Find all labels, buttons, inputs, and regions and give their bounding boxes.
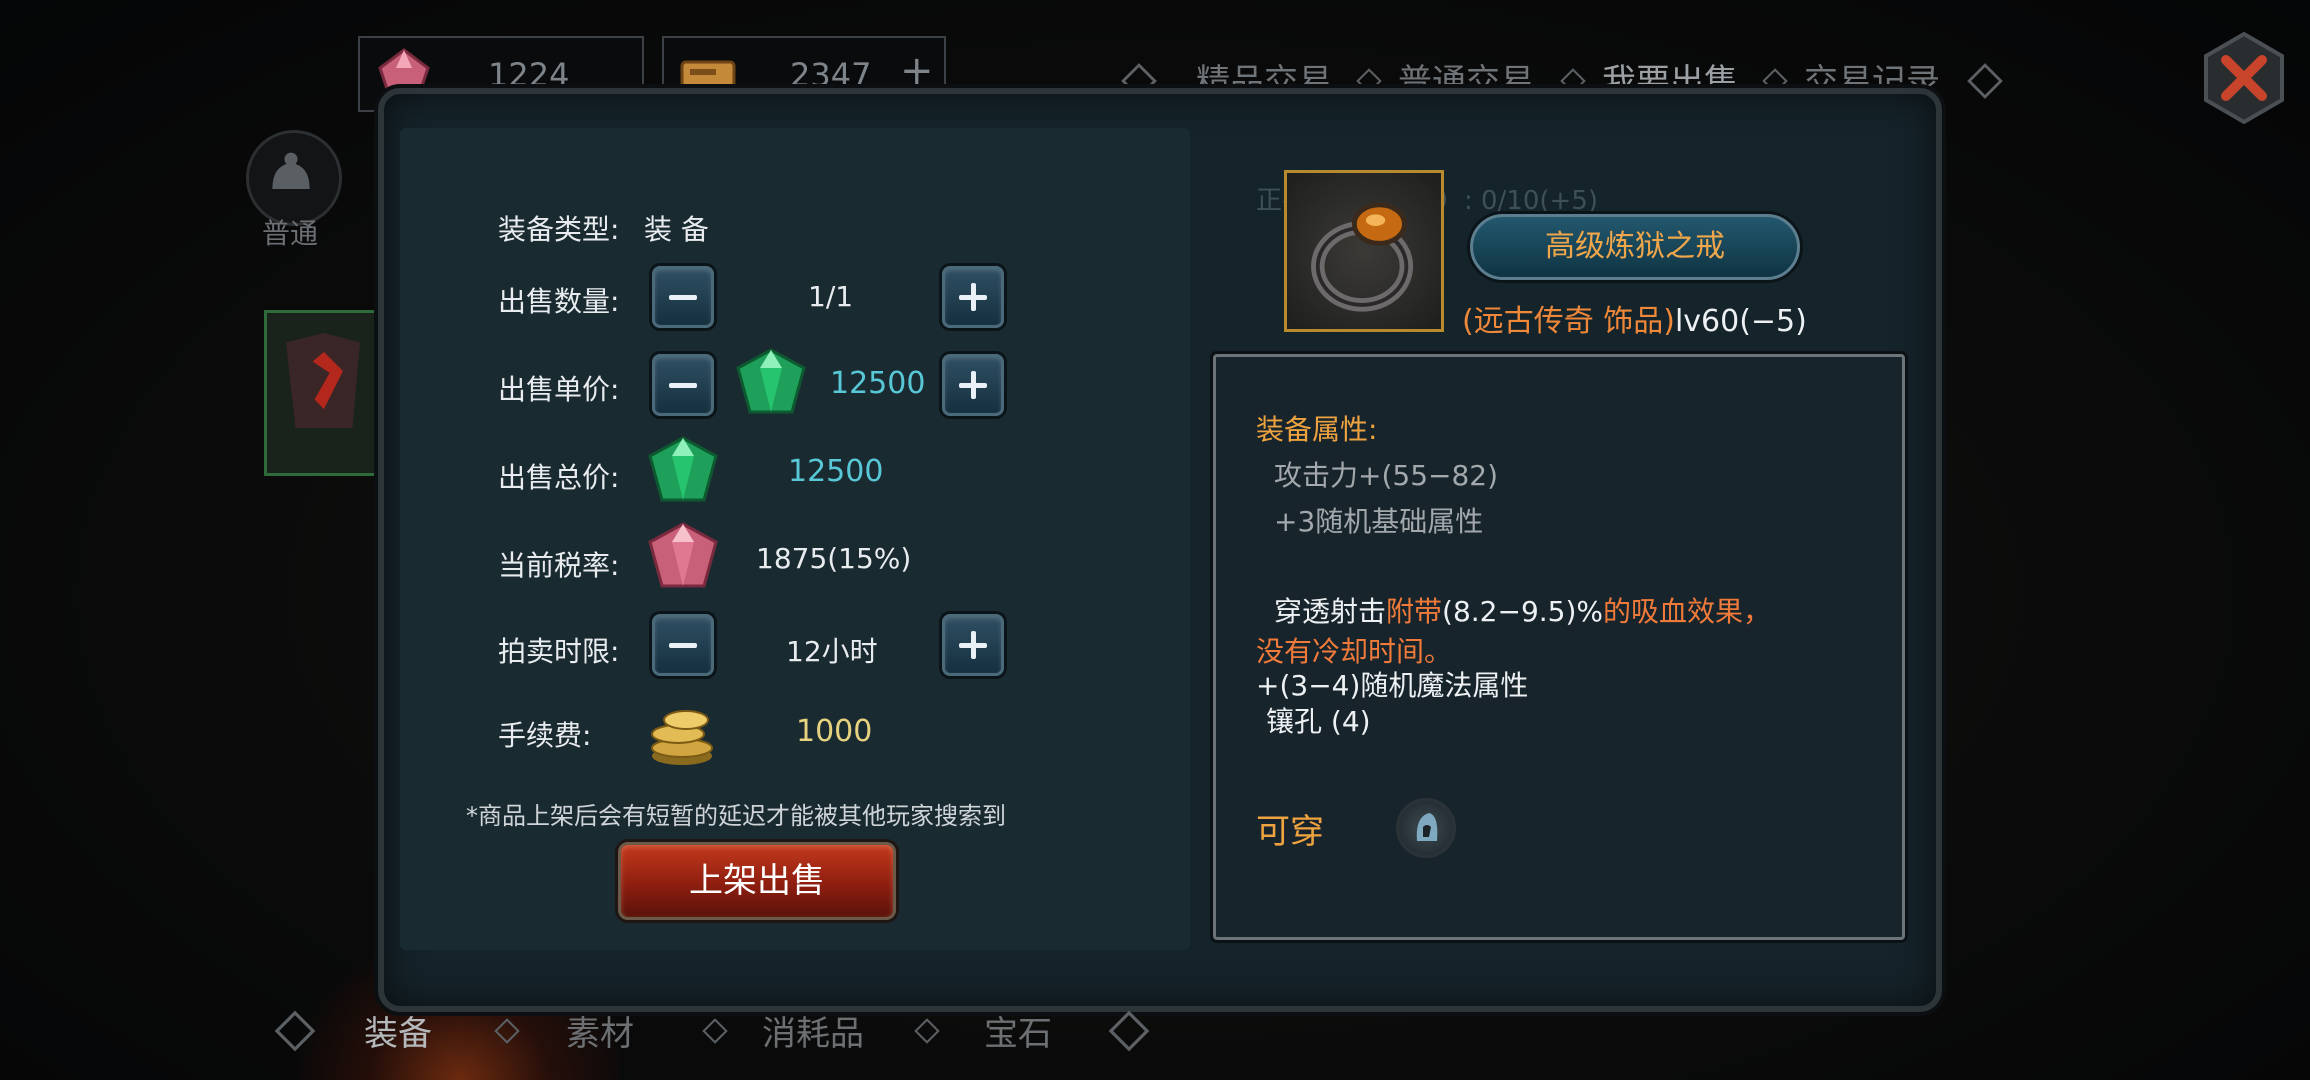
fee-value: 1000 <box>796 714 873 749</box>
inventory-slot-selected[interactable] <box>264 310 388 476</box>
ruby-icon <box>648 522 718 588</box>
tax-label: 当前税率: <box>498 549 620 582</box>
ring-icon <box>1311 202 1414 312</box>
quantity-value: 1/1 <box>808 280 854 313</box>
armor-icon <box>285 333 361 428</box>
attributes-title: 装备属性: <box>1256 413 1378 446</box>
type-value: 装 备 <box>644 213 709 246</box>
item-icon-frame <box>1284 170 1444 332</box>
close-button[interactable] <box>2198 30 2290 126</box>
quantity-decrease-button[interactable] <box>652 266 714 328</box>
unit-price-value: 12500 <box>830 366 926 401</box>
item-level: lv60(−5) <box>1674 304 1807 339</box>
emerald-icon <box>648 436 718 502</box>
special-orange-2: 的吸血效果， <box>1603 595 1772 628</box>
special-value: (8.2−9.5)% <box>1442 595 1604 628</box>
total-price-value: 12500 <box>788 454 884 489</box>
attr-sockets: 镶孔 (4) <box>1266 705 1371 738</box>
fee-label: 手续费: <box>498 719 592 752</box>
bottom-tab-materials[interactable]: 素材 <box>566 1006 634 1055</box>
special-orange-1: 附带 <box>1386 595 1443 628</box>
list-for-sale-button[interactable]: 上架出售 <box>618 842 896 920</box>
attr-random-base: +3随机基础属性 <box>1274 505 1484 538</box>
quantity-label: 出售数量: <box>498 285 620 318</box>
item-rarity: (远古传奇 饰品) <box>1462 304 1675 339</box>
bottom-tab-gems[interactable]: 宝石 <box>984 1006 1052 1055</box>
wearable-label: 可穿 <box>1256 812 1324 852</box>
hood-icon <box>1416 813 1438 841</box>
special-effect-line1: 穿透射击附带(8.2−9.5)%的吸血效果， <box>1256 590 1771 630</box>
nav-right-ornament <box>1967 63 2003 99</box>
attr-random-magic: +(3−4)随机魔法属性 <box>1256 669 1529 702</box>
bottom-tab-consumables[interactable]: 消耗品 <box>762 1006 864 1055</box>
duration-decrease-button[interactable] <box>652 614 714 676</box>
listing-delay-note: *商品上架后会有短暂的延迟才能被其他玩家搜索到 <box>466 802 1006 830</box>
duration-increase-button[interactable] <box>942 614 1004 676</box>
gold-coins-icon <box>651 710 713 765</box>
bottom-tab-equipment[interactable]: 装备 <box>364 1006 432 1055</box>
special-prefix: 穿透射击 <box>1274 595 1387 628</box>
side-label-normal: 普通 <box>262 217 319 250</box>
unit-price-decrease-button[interactable] <box>652 354 714 416</box>
class-hood-icon <box>1396 798 1456 858</box>
quantity-increase-button[interactable] <box>942 266 1004 328</box>
bag-icon <box>272 152 310 189</box>
attr-attack: 攻击力+(55−82) <box>1274 459 1499 492</box>
item-name-plate: 高级炼狱之戒 <box>1470 214 1800 280</box>
unit-price-label: 出售单价: <box>498 373 620 406</box>
duration-value: 12小时 <box>786 635 878 668</box>
type-label: 装备类型: <box>498 213 620 246</box>
unit-price-increase-button[interactable] <box>942 354 1004 416</box>
total-price-label: 出售总价: <box>498 461 620 494</box>
item-subtitle: (远古传奇 饰品)lv60(−5) <box>1462 296 1807 340</box>
emerald-icon <box>736 348 806 414</box>
tax-value: 1875(15%) <box>756 542 912 575</box>
duration-label: 拍卖时限: <box>498 635 620 668</box>
